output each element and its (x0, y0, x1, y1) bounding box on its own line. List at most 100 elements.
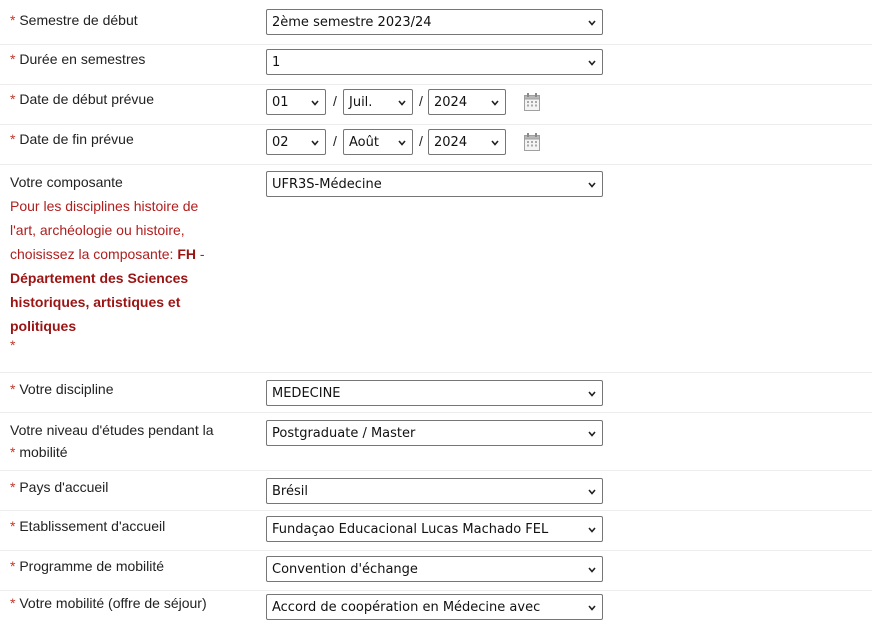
required-marker: * (10, 444, 16, 460)
date-separator: / (333, 93, 337, 109)
required-marker: * (10, 91, 16, 107)
select-value: Août (349, 135, 379, 150)
label-semestre: * Semestre de début (10, 9, 138, 31)
required-marker: * (10, 595, 16, 611)
start-year-select[interactable]: 2024 (428, 89, 506, 115)
chevron-down-icon (588, 59, 596, 67)
label-text: Votre composante (10, 174, 123, 190)
label-niveau: Votre niveau d'études pendant la * mobil… (10, 419, 214, 463)
label-duree: * Durée en semestres (10, 48, 145, 70)
chevron-down-icon (588, 181, 596, 189)
select-value: MEDECINE (272, 386, 341, 401)
chevron-down-icon (491, 139, 499, 147)
chevron-down-icon (588, 526, 596, 534)
composante-note-line2: l'art, archéologie ou histoire, (10, 222, 185, 238)
start-month-select[interactable]: Juil. (343, 89, 413, 115)
row-programme: * Programme de mobilité Convention d'éch… (0, 550, 872, 591)
label-text: Etablissement d'accueil (19, 518, 166, 534)
select-value: UFR3S-Médecine (272, 177, 382, 192)
required-marker: * (10, 12, 16, 28)
label-composante: Votre composante Pour les disciplines hi… (10, 170, 205, 352)
start-day-select[interactable]: 01 (266, 89, 326, 115)
programme-select[interactable]: Convention d'échange (266, 556, 603, 582)
required-marker: * (10, 337, 16, 353)
chevron-down-icon (588, 604, 596, 612)
select-value: Convention d'échange (272, 562, 418, 577)
composante-note-line3: choisissez la composante: FH - (10, 242, 205, 266)
row-etablissement: * Etablissement d'accueil Fundaçao Educa… (0, 510, 872, 551)
end-month-select[interactable]: Août (343, 129, 413, 155)
chevron-down-icon (588, 19, 596, 27)
label-text: Date de fin prévue (19, 131, 134, 147)
select-value: Accord de coopération en Médecine avec (272, 600, 541, 615)
select-value: 1 (272, 55, 281, 70)
note-fh: FH (177, 246, 196, 262)
semestre-select[interactable]: 2ème semestre 2023/24 (266, 9, 603, 35)
chevron-down-icon (398, 99, 406, 107)
chevron-down-icon (491, 99, 499, 107)
calendar-icon[interactable] (524, 133, 540, 151)
label-discipline: * Votre discipline (10, 378, 114, 400)
label-date-debut: * Date de début prévue (10, 88, 154, 110)
row-mobilite: * Votre mobilité (offre de séjour) Accor… (0, 590, 872, 620)
label-date-fin: * Date de fin prévue (10, 128, 134, 150)
required-marker: * (10, 558, 16, 574)
etablissement-select[interactable]: Fundaçao Educacional Lucas Machado FEL (266, 516, 603, 542)
label-etablissement: * Etablissement d'accueil (10, 515, 165, 537)
note-dash: - (195, 246, 205, 262)
discipline-select[interactable]: MEDECINE (266, 380, 603, 406)
row-discipline: * Votre discipline MEDECINE (0, 372, 872, 413)
calendar-icon[interactable] (524, 93, 540, 111)
select-value: 01 (272, 95, 289, 110)
mobilite-select[interactable]: Accord de coopération en Médecine avec (266, 594, 603, 620)
chevron-down-icon (588, 430, 596, 438)
chevron-down-icon (311, 99, 319, 107)
date-separator: / (333, 133, 337, 149)
label-programme: * Programme de mobilité (10, 555, 164, 577)
select-value: 2024 (434, 95, 468, 110)
select-value: 02 (272, 135, 289, 150)
label-text: Semestre de début (19, 12, 138, 28)
select-value: 2ème semestre 2023/24 (272, 15, 432, 30)
end-year-select[interactable]: 2024 (428, 129, 506, 155)
row-pays: * Pays d'accueil Brésil (0, 470, 872, 511)
select-value: Fundaçao Educacional Lucas Machado FEL (272, 522, 549, 537)
date-separator: / (419, 93, 423, 109)
required-marker: * (10, 518, 16, 534)
select-value: 2024 (434, 135, 468, 150)
row-date-fin: * Date de fin prévue 02 / Août / 2024 (0, 124, 872, 165)
note-text: choisissez la composante: (10, 246, 178, 262)
required-marker: * (10, 381, 16, 397)
chevron-down-icon (398, 139, 406, 147)
label-text: mobilité (19, 444, 68, 460)
row-date-debut: * Date de début prévue 01 / Juil. / 2024 (0, 84, 872, 125)
chevron-down-icon (588, 566, 596, 574)
note-bold-line2: historiques, artistiques et (10, 294, 181, 310)
label-text: Votre niveau d'études pendant la (10, 422, 214, 438)
chevron-down-icon (588, 488, 596, 496)
niveau-select[interactable]: Postgraduate / Master (266, 420, 603, 446)
required-marker: * (10, 51, 16, 67)
composante-note-line1: Pour les disciplines histoire de (10, 198, 199, 214)
label-text: Date de début prévue (19, 91, 154, 107)
composante-select[interactable]: UFR3S-Médecine (266, 171, 603, 197)
select-value: Postgraduate / Master (272, 426, 416, 441)
row-duree: * Durée en semestres 1 (0, 44, 872, 85)
row-composante: Votre composante Pour les disciplines hi… (0, 164, 872, 373)
label-text: Votre discipline (19, 381, 114, 397)
duree-select[interactable]: 1 (266, 49, 603, 75)
select-value: Juil. (349, 95, 373, 110)
note-bold-line1: Département des Sciences (10, 270, 189, 286)
end-day-select[interactable]: 02 (266, 129, 326, 155)
label-mobilite: * Votre mobilité (offre de séjour) (10, 592, 207, 614)
label-text: Votre mobilité (offre de séjour) (19, 595, 207, 611)
chevron-down-icon (588, 390, 596, 398)
label-text: Pays d'accueil (19, 479, 109, 495)
row-niveau: Votre niveau d'études pendant la * mobil… (0, 412, 872, 471)
chevron-down-icon (311, 139, 319, 147)
label-text: Programme de mobilité (19, 558, 165, 574)
label-text: Durée en semestres (19, 51, 146, 67)
pays-select[interactable]: Brésil (266, 478, 603, 504)
row-semestre: * Semestre de début 2ème semestre 2023/2… (0, 0, 872, 45)
note-bold-line3: politiques (10, 318, 77, 334)
